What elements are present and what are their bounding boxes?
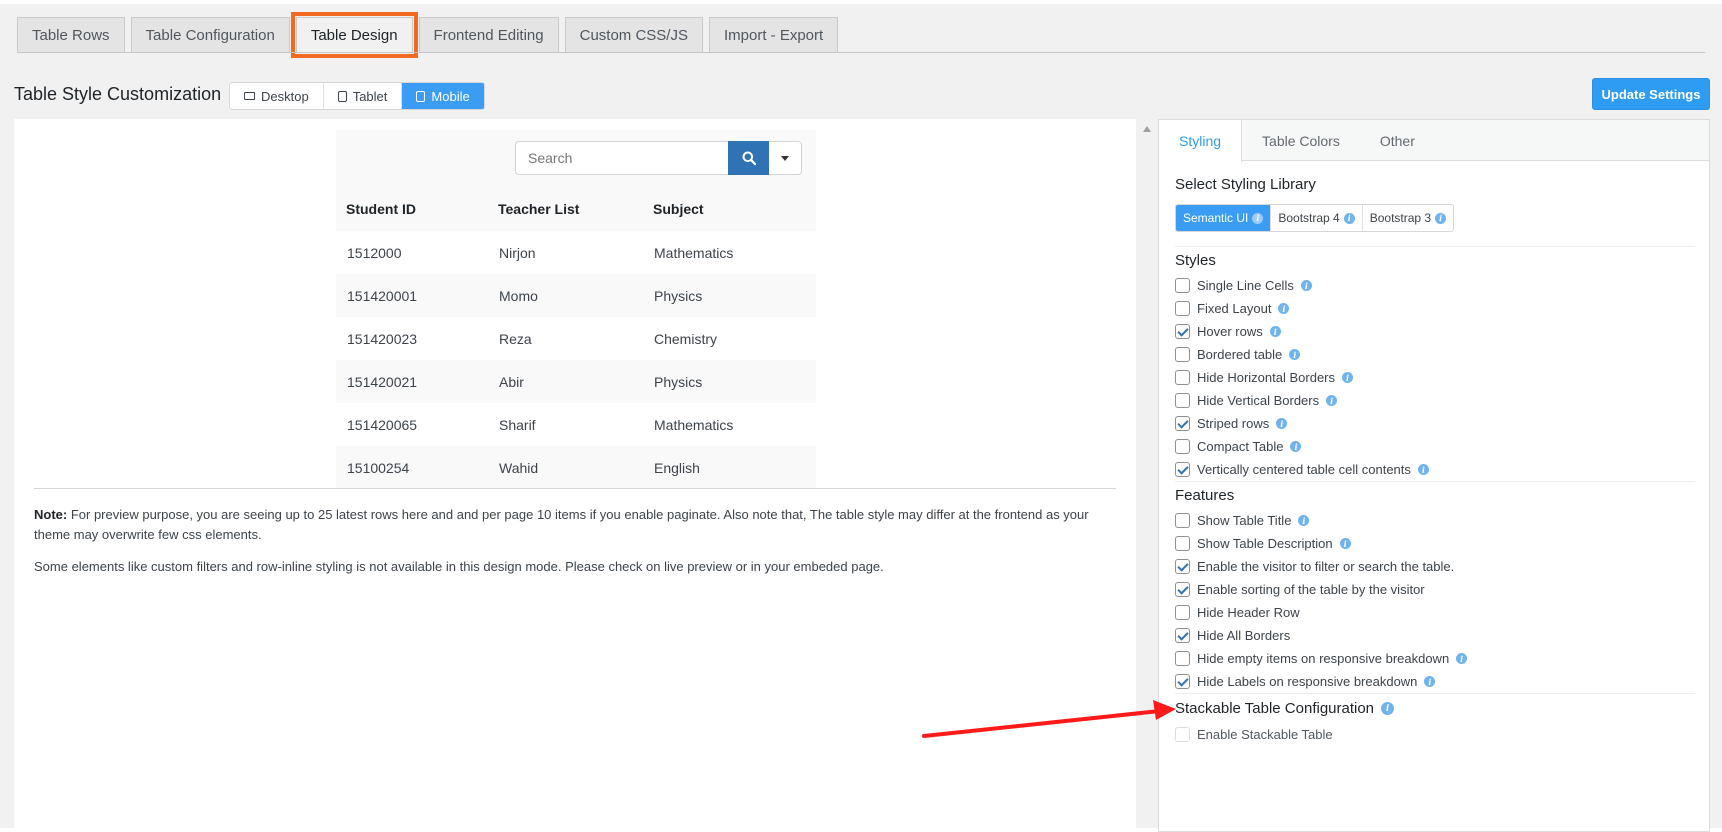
annotation-arrow	[922, 700, 1176, 738]
admin-canvas: Table Rows Table Configuration Table Des…	[0, 4, 1722, 832]
annotation-arrow-head	[1153, 700, 1176, 720]
annotation-arrow-shaft	[922, 709, 1162, 738]
app-root: Table Rows Table Configuration Table Des…	[0, 0, 1722, 832]
